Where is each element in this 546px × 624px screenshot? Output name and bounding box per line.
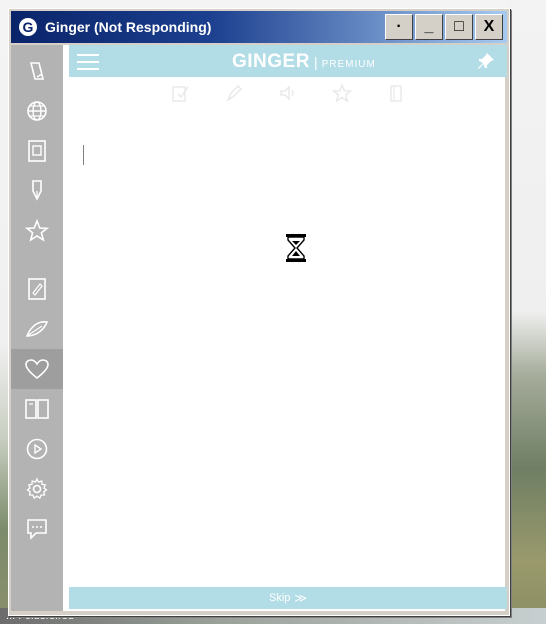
chat-icon (27, 519, 47, 540)
play-icon (26, 438, 48, 460)
feather-icon (25, 321, 49, 337)
title-bar[interactable]: G Ginger (Not Responding) · _ □ X (11, 11, 507, 43)
dictionary-icon (28, 140, 46, 162)
notebook-icon (28, 278, 46, 300)
rephrase-icon[interactable] (224, 83, 244, 103)
app-icon: G (19, 18, 37, 36)
sidebar-item-rephrase[interactable] (11, 171, 63, 211)
star-icon (25, 219, 49, 242)
copy-icon[interactable] (386, 83, 406, 103)
brand-separator: | (313, 54, 318, 70)
text-cursor (83, 145, 84, 165)
hourglass-icon (286, 234, 306, 262)
window-controls: · _ □ X (385, 14, 503, 40)
pen-nib-icon (32, 180, 42, 201)
double-chevron-right-icon: ≫ (294, 591, 307, 605)
ginger-window: G Ginger (Not Responding) · _ □ X GINGER… (8, 8, 510, 616)
sidebar-item-favorites[interactable] (11, 211, 63, 251)
speaker-icon[interactable] (278, 83, 298, 103)
editor-toolbar (69, 83, 507, 107)
sidebar-item-notebook[interactable] (11, 269, 63, 309)
pencil-icon (29, 62, 45, 80)
check-document-icon[interactable] (170, 83, 190, 103)
sidebar-item-book[interactable] (11, 389, 63, 429)
sidebar-item-dictionary[interactable] (11, 131, 63, 171)
text-editor[interactable] (83, 145, 85, 165)
brand-tier: PREMIUM (321, 58, 376, 70)
close-button[interactable]: X (475, 14, 503, 40)
globe-icon (27, 101, 47, 121)
minimize-button[interactable]: _ (415, 14, 443, 40)
system-dot-button[interactable]: · (385, 14, 413, 40)
sidebar-item-heart[interactable] (11, 349, 63, 389)
hamburger-menu-icon[interactable] (77, 54, 99, 70)
sidebar-item-feather[interactable] (11, 309, 63, 349)
maximize-button[interactable]: □ (445, 14, 473, 40)
window-title: Ginger (Not Responding) (45, 19, 212, 35)
sidebar-item-feedback[interactable] (11, 509, 63, 549)
brand-logo: GINGER | PREMIUM (232, 51, 376, 73)
sidebar-item-translate[interactable] (11, 91, 63, 131)
top-bar: GINGER | PREMIUM (69, 45, 507, 77)
skip-label: Skip (269, 592, 291, 604)
brand-name: GINGER (232, 51, 310, 72)
gear-icon (26, 477, 48, 499)
sidebar-item-video[interactable] (11, 429, 63, 469)
app-client-area: GINGER | PREMIUM Skip ≫ (11, 45, 507, 611)
sidebar (11, 45, 63, 611)
sidebar-item-settings[interactable] (11, 469, 63, 509)
book-icon (25, 399, 49, 419)
heart-icon (25, 359, 49, 380)
skip-bar[interactable]: Skip ≫ (69, 587, 507, 609)
pin-icon[interactable] (477, 52, 495, 70)
sidebar-item-write[interactable] (11, 51, 63, 91)
favorite-icon[interactable] (332, 83, 352, 103)
desktop-wallpaper-strip (506, 0, 546, 624)
